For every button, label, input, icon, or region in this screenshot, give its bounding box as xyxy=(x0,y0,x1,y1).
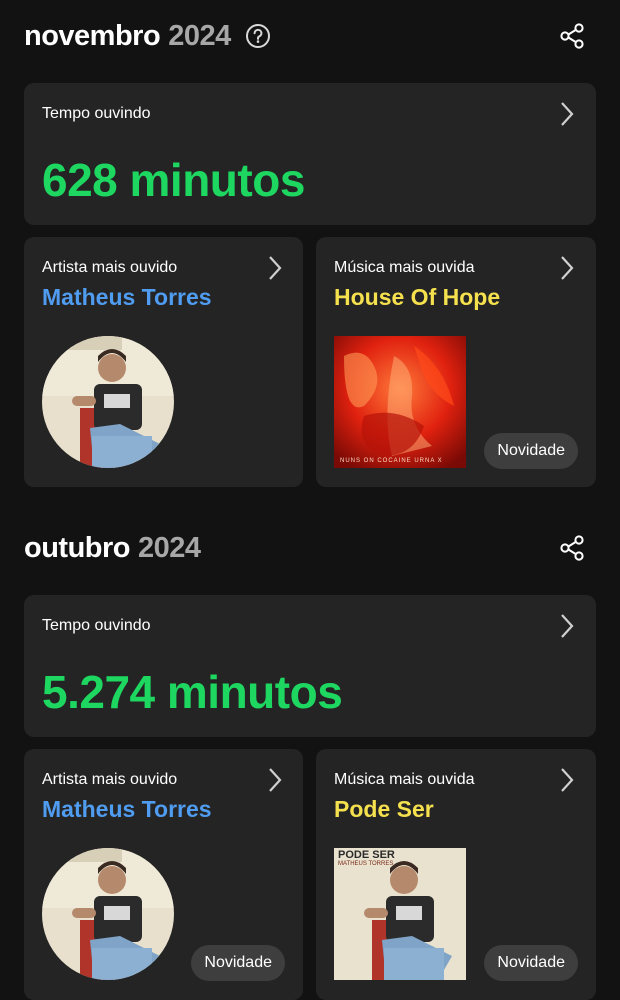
top-artist-card[interactable]: Artista mais ouvido Matheus Torres xyxy=(24,237,303,487)
listening-time-card[interactable]: Tempo ouvindo 5.274 minutos xyxy=(24,595,596,737)
top-song-card[interactable]: Música mais ouvida Pode Ser PODE SER MAT… xyxy=(316,749,596,1000)
new-badge: Novidade xyxy=(484,945,578,981)
album-cover-text: NUNS ON COCAINE URNA X xyxy=(340,458,443,464)
album-cover-title: PODE SER xyxy=(338,849,395,861)
artist-avatar xyxy=(42,848,174,980)
top-song-name: Pode Ser xyxy=(334,796,434,822)
month-name: outubro xyxy=(24,531,131,564)
album-cover-artist: MATHEUS TORRES xyxy=(338,861,394,867)
share-icon[interactable] xyxy=(558,22,586,50)
top-artist-name: Matheus Torres xyxy=(42,796,212,822)
chevron-right-icon xyxy=(557,100,577,128)
chevron-right-icon xyxy=(557,612,577,640)
top-artist-label: Artista mais ouvido xyxy=(42,771,178,788)
new-badge: Novidade xyxy=(484,433,578,469)
top-song-name: House Of Hope xyxy=(334,284,501,310)
help-icon[interactable] xyxy=(245,23,271,49)
top-song-label: Música mais ouvida xyxy=(334,259,475,276)
artist-avatar xyxy=(42,336,174,468)
top-artist-card[interactable]: Artista mais ouvido Matheus Torres Novid… xyxy=(24,749,303,1000)
top-artist-label: Artista mais ouvido xyxy=(42,259,178,276)
top-song-card[interactable]: Música mais ouvida House Of Hope NUNS ON… xyxy=(316,237,596,487)
listening-time-label: Tempo ouvindo xyxy=(42,617,151,634)
month-title: outubro 2024 xyxy=(24,532,201,565)
album-cover: NUNS ON COCAINE URNA X xyxy=(334,336,466,468)
chevron-right-icon xyxy=(265,254,285,282)
listening-time-label: Tempo ouvindo xyxy=(42,105,151,122)
month-year: 2024 xyxy=(168,19,231,52)
month-section-november: novembro2024 Tempo ouvindo 628 minutos xyxy=(0,6,620,496)
listening-time-value: 5.274 minutos xyxy=(42,666,343,718)
album-cover: PODE SER MATHEUS TORRES xyxy=(334,848,466,980)
share-icon[interactable] xyxy=(558,534,586,562)
month-title: novembro 2024 xyxy=(24,20,231,53)
chevron-right-icon xyxy=(557,254,577,282)
new-badge: Novidade xyxy=(191,945,285,981)
listening-time-value: 628 minutos xyxy=(42,154,305,206)
listening-time-card[interactable]: Tempo ouvindo 628 minutos xyxy=(24,83,596,225)
chevron-right-icon xyxy=(265,766,285,794)
month-section-october: outubro 2024 Tempo ouvindo 5.274 minutos … xyxy=(0,518,620,1000)
top-artist-name: Matheus Torres xyxy=(42,284,212,310)
chevron-right-icon xyxy=(557,766,577,794)
month-year: 2024 xyxy=(138,531,201,564)
month-name: novembro xyxy=(24,19,161,52)
top-song-label: Música mais ouvida xyxy=(334,771,475,788)
month-header: outubro 2024 xyxy=(24,518,596,578)
month-header: novembro 2024 xyxy=(24,6,596,66)
